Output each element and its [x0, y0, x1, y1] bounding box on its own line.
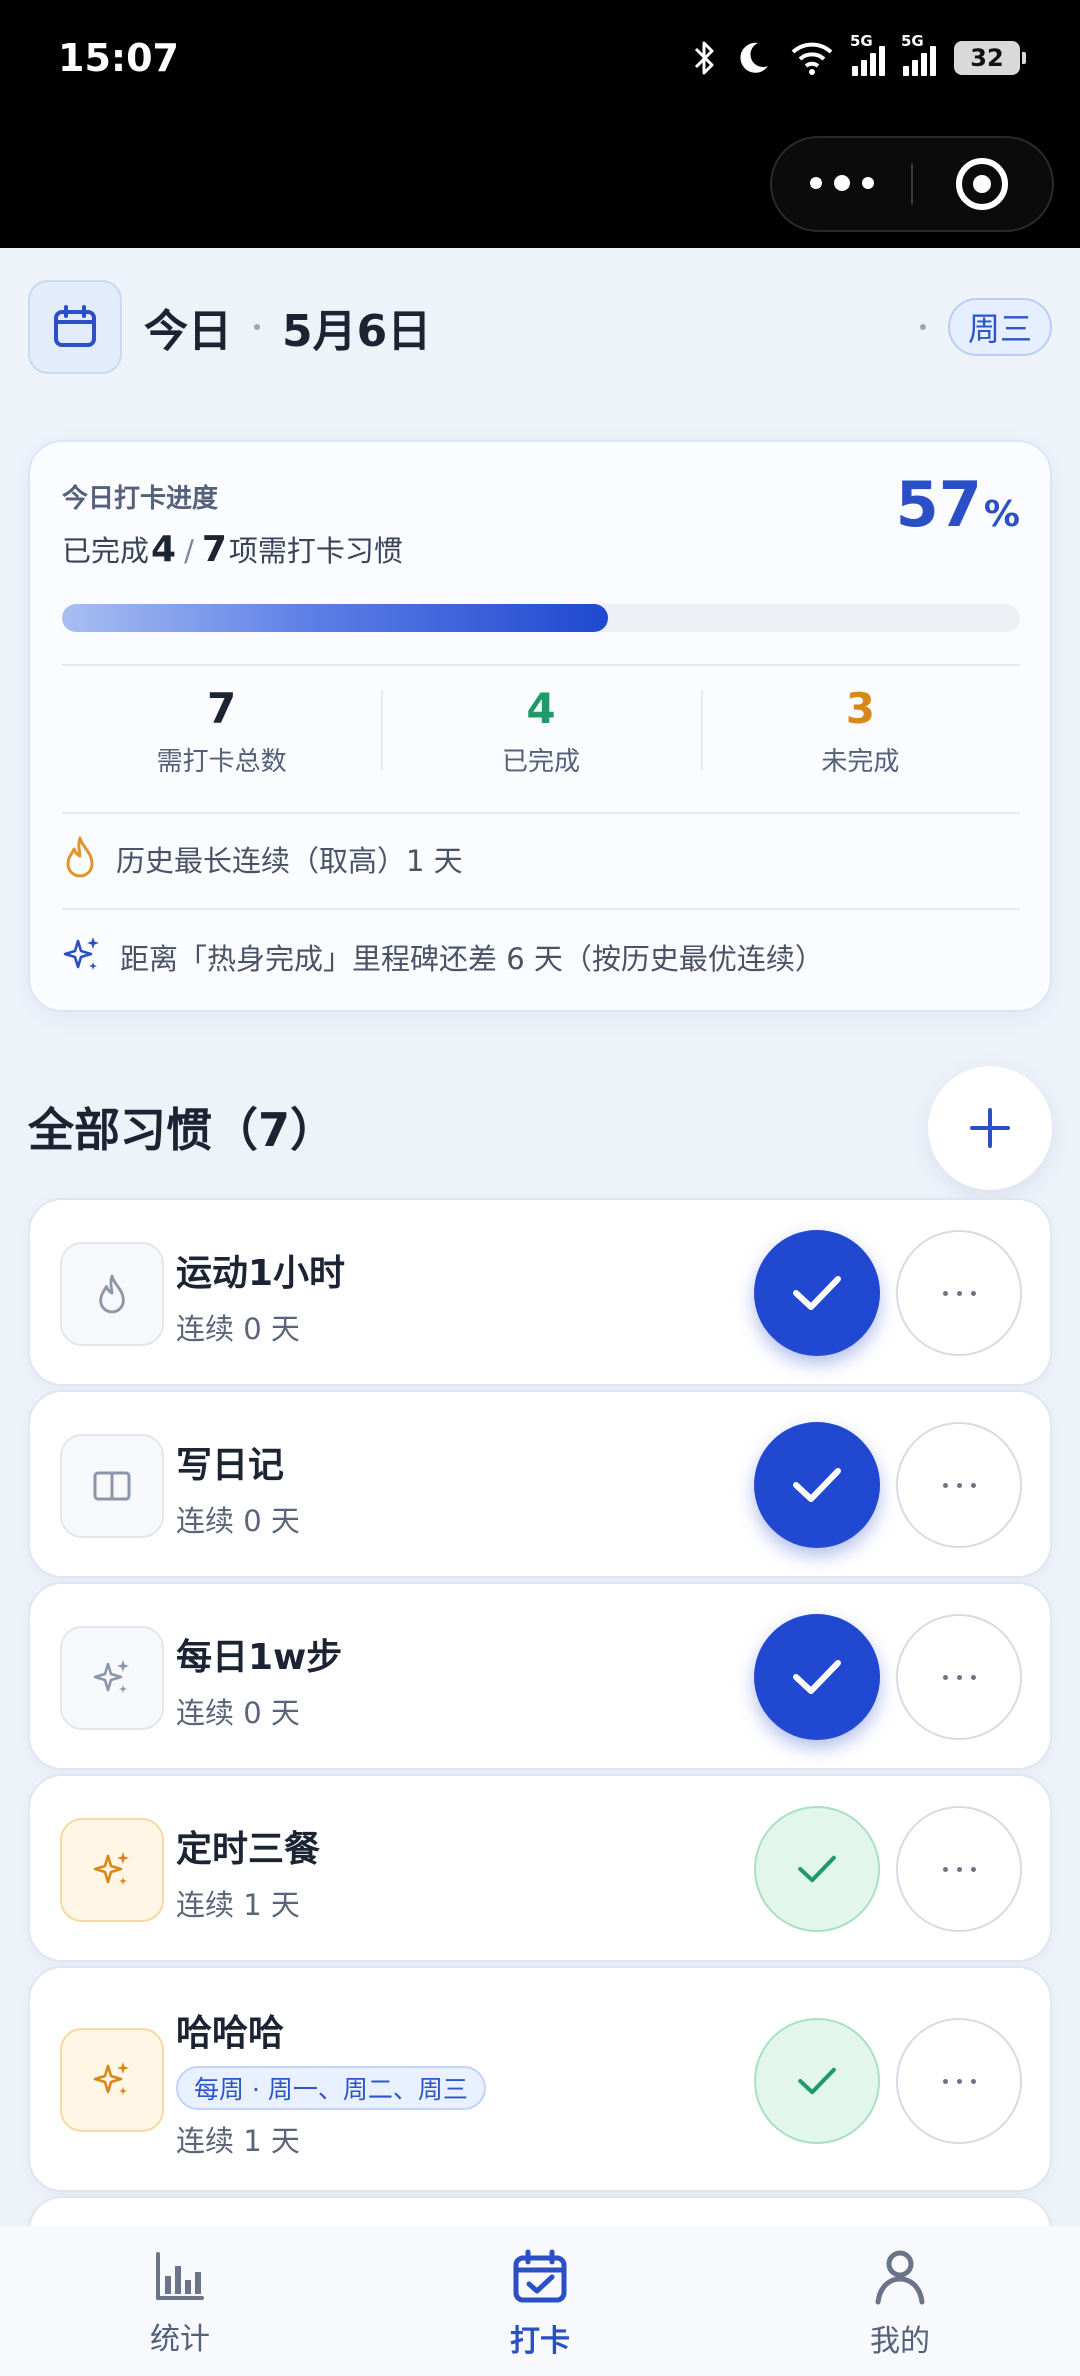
check-in-button[interactable]: [754, 1230, 880, 1356]
progress-card: 今日打卡进度 已完成 4 / 7 项需打卡习惯 57% 7 需打卡总数 4 已完…: [28, 440, 1052, 1012]
habit-name: 运动1小时: [176, 1253, 346, 1294]
total-count: 7: [201, 529, 227, 570]
status-time: 15:07: [58, 36, 179, 80]
habit-card[interactable]: 定时三餐 连续 1 天: [28, 1774, 1052, 1962]
progress-label: 今日打卡进度: [62, 484, 219, 514]
tab-label: 我的: [870, 2324, 930, 2359]
check-icon: [793, 1660, 841, 1694]
tab-bar: 统计 打卡 我的: [0, 2226, 1080, 2376]
tab-profile[interactable]: 我的: [720, 2226, 1080, 2376]
habit-name: 哈哈哈: [176, 2013, 285, 2054]
history-streak-row: 历史最长连续（取高）1 天: [62, 828, 1020, 890]
stat-total: 7 需打卡总数: [62, 668, 381, 794]
moon-icon: [734, 39, 772, 77]
signal-icon: 5G: [850, 32, 885, 76]
wifi-icon: [790, 41, 834, 75]
sparkle-icon: [62, 935, 102, 979]
bluetooth-icon: [694, 40, 716, 76]
stat-completed: 4 已完成: [381, 668, 700, 794]
habit-card[interactable]: 每日1w步 连续 0 天: [28, 1582, 1052, 1770]
signal-icon: 5G: [901, 32, 936, 76]
user-icon: [875, 2250, 925, 2305]
dot-separator: [254, 324, 260, 330]
divider: [62, 908, 1020, 910]
check-in-button[interactable]: [754, 1806, 880, 1932]
add-habit-button[interactable]: [928, 1066, 1052, 1190]
history-streak-text: 历史最长连续（取高）1 天: [116, 844, 463, 878]
sparkle-icon: [60, 1626, 164, 1730]
habit-streak: 连续 1 天: [176, 1888, 300, 1922]
habit-streak: 连续 1 天: [176, 2124, 300, 2158]
capsule-more-button[interactable]: [772, 175, 911, 191]
divider: [62, 812, 1020, 814]
habit-streak: 连续 0 天: [176, 1312, 300, 1346]
stat-value: 3: [845, 684, 875, 733]
status-icons: 5G 5G 32: [694, 32, 1026, 82]
status-bar: 15:07 5G 5G 32: [0, 0, 1080, 248]
completed-count: 4: [151, 529, 177, 570]
dot-separator: [919, 324, 926, 330]
battery-icon: 32: [954, 41, 1026, 75]
habit-name: 写日记: [176, 1445, 285, 1486]
stat-value: 7: [207, 684, 237, 733]
sparkle-icon: [60, 1818, 164, 1922]
milestone-row: 距离「热身完成」里程碑还差 6 天（按历史最优连续）: [62, 926, 1020, 988]
schedule-tag: 每周 · 周一、周二、周三: [176, 2066, 486, 2110]
book-icon: [60, 1434, 164, 1538]
capsule-close-button[interactable]: [913, 158, 1052, 210]
habit-card[interactable]: 哈哈哈 每周 · 周一、周二、周三 连续 1 天: [28, 1966, 1052, 2192]
miniprogram-capsule: [770, 136, 1054, 232]
flame-icon: [60, 1242, 164, 1346]
habit-card[interactable]: 写日记 连续 0 天: [28, 1390, 1052, 1578]
habit-streak: 连续 0 天: [176, 1696, 300, 1730]
progress-bar: [62, 604, 1020, 632]
check-in-button[interactable]: [754, 2018, 880, 2144]
check-in-button[interactable]: [754, 1422, 880, 1548]
more-options-button[interactable]: [896, 1422, 1022, 1548]
tab-checkin[interactable]: 打卡: [360, 2226, 720, 2376]
habit-name: 定时三餐: [176, 1829, 321, 1870]
date-text: 5月6日: [282, 306, 432, 357]
check-icon: [798, 1855, 836, 1883]
divider: [62, 664, 1020, 666]
stat-incomplete: 3 未完成: [700, 668, 1020, 794]
habits-title: 全部习惯（7）: [28, 1103, 337, 1157]
calendar-icon[interactable]: [28, 280, 122, 374]
page-title: 今日: [144, 306, 232, 357]
habit-streak: 连续 0 天: [176, 1504, 300, 1538]
plus-icon: [970, 1108, 1010, 1148]
calendar-check-icon: [513, 2249, 567, 2303]
weekday-badge: 周三: [947, 298, 1052, 356]
stat-label: 未完成: [821, 747, 900, 777]
check-icon: [793, 1468, 841, 1502]
check-icon: [798, 2067, 836, 2095]
sparkle-icon: [60, 2028, 164, 2132]
stat-value: 4: [526, 684, 556, 733]
stat-label: 需打卡总数: [156, 747, 287, 777]
stat-label: 已完成: [501, 747, 580, 777]
tab-stats[interactable]: 统计: [0, 2226, 360, 2376]
check-icon: [793, 1276, 841, 1310]
more-options-button[interactable]: [896, 2018, 1022, 2144]
milestone-text: 距离「热身完成」里程碑还差 6 天（按历史最优连续）: [120, 942, 824, 976]
progress-summary: 已完成 4 / 7 项需打卡习惯: [62, 529, 403, 570]
habit-name: 每日1w步: [176, 1637, 343, 1678]
tab-label: 统计: [150, 2322, 210, 2357]
bar-chart-icon: [156, 2252, 204, 2300]
progress-percent: 57%: [895, 468, 1020, 541]
progress-bar-fill: [62, 604, 609, 632]
stats-row: 7 需打卡总数 4 已完成 3 未完成: [62, 668, 1020, 794]
more-options-button[interactable]: [896, 1230, 1022, 1356]
flame-icon: [62, 835, 98, 883]
check-in-button[interactable]: [754, 1614, 880, 1740]
habit-card[interactable]: 运动1小时 连续 0 天: [28, 1198, 1052, 1386]
date-header: 今日 5月6日 周三: [28, 280, 1052, 374]
tab-label: 打卡: [510, 2324, 570, 2359]
more-options-button[interactable]: [896, 1806, 1022, 1932]
more-options-button[interactable]: [896, 1614, 1022, 1740]
target-icon: [956, 158, 1009, 210]
